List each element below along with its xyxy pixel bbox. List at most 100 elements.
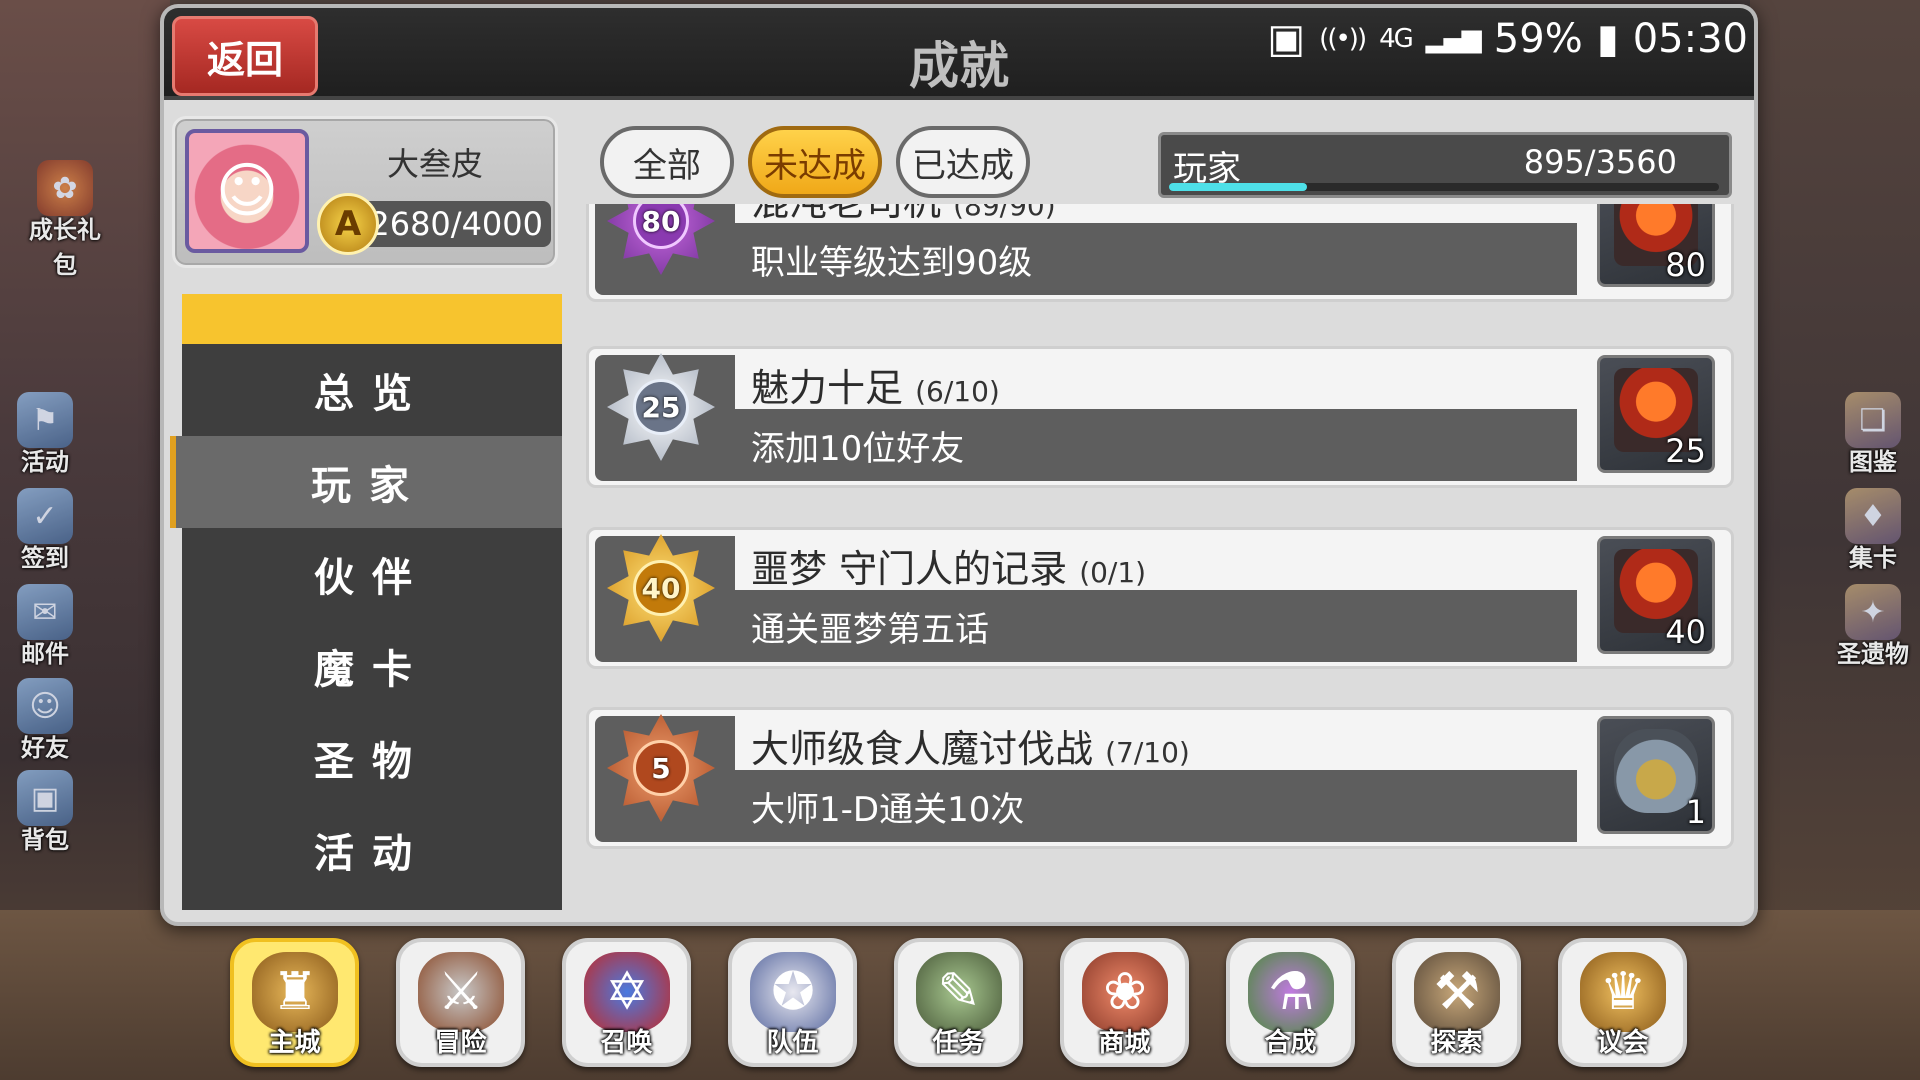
- bag-icon: ▣: [17, 770, 73, 826]
- achievement-description: 职业等级达到90级: [751, 243, 1033, 283]
- nav-label: 探索: [1430, 1028, 1483, 1058]
- nav-shop[interactable]: ❀ 商城: [1060, 938, 1189, 1067]
- nav-adventure[interactable]: ⚔ 冒险: [396, 938, 525, 1067]
- medal-icon: 25: [607, 353, 715, 461]
- nav-craft[interactable]: ⚗ 合成: [1226, 938, 1355, 1067]
- bottom-navigation: ♜ 主城 ⚔ 冒险 ✡ 召唤 ✪ 队伍 ✎ 任务 ❀ 商城 ⚗ 合成 ⚒ 探索 …: [230, 938, 1687, 1067]
- reward-count: 80: [1665, 246, 1706, 284]
- achievement-row: 40 噩梦 守门人的记录 (0/1) 通关噩梦第五话 40: [586, 527, 1734, 669]
- side-mail[interactable]: ✉ 邮件: [0, 584, 90, 669]
- side-codex[interactable]: ❏ 图鉴: [1828, 392, 1918, 477]
- reward-slot[interactable]: 80: [1597, 204, 1715, 287]
- clock: 05:30: [1632, 16, 1748, 62]
- reward-count: 25: [1665, 432, 1706, 470]
- quest-icon: ✎: [916, 952, 1002, 1032]
- council-icon: ♛: [1580, 952, 1666, 1032]
- progress-fill: [1169, 183, 1308, 191]
- battery-icon: ▮: [1596, 16, 1619, 62]
- explore-icon: ⚒: [1414, 952, 1500, 1032]
- achievement-name: 大师级食人魔讨伐战: [751, 727, 1094, 771]
- reward-count: 1: [1685, 793, 1706, 831]
- achievement-description: 添加10位好友: [751, 429, 965, 469]
- castle-icon: ♜: [252, 952, 338, 1032]
- medal-level: 80: [633, 204, 689, 249]
- achievement-title: 噩梦 守门人的记录 (0/1): [751, 538, 1146, 593]
- relic-icon: ✦: [1845, 584, 1901, 640]
- nav-label: 商城: [1098, 1028, 1151, 1058]
- flag-icon: ⚑: [17, 392, 73, 448]
- avatar[interactable]: ☺: [185, 129, 309, 253]
- swords-icon: ⚔: [418, 952, 504, 1032]
- menu-item-magic-card[interactable]: 魔卡: [182, 620, 562, 712]
- nav-label: 冒险: [434, 1028, 487, 1058]
- medal-icon: 5: [607, 714, 715, 822]
- side-bag[interactable]: ▣ 背包: [0, 770, 90, 855]
- nav-quests[interactable]: ✎ 任务: [894, 938, 1023, 1067]
- nav-label: 队伍: [766, 1028, 819, 1058]
- book-icon: ❏: [1845, 392, 1901, 448]
- reward-count: 40: [1665, 613, 1706, 651]
- achievement-list[interactable]: 80 混沌老司机 (89/90) 职业等级达到90级 80 25 魅力十足 (6…: [574, 204, 1734, 908]
- mail-icon: ✉: [17, 584, 73, 640]
- achievement-progress: (6/10): [915, 375, 1000, 408]
- achievement-window: 返回 成就 ▣ ((•)) 4G ▂▄▆ 59% ▮ 05:30 ☺ 大叁皮 2…: [160, 4, 1758, 926]
- nav-label: 合成: [1264, 1028, 1317, 1058]
- menu-item-relic[interactable]: 圣物: [182, 712, 562, 804]
- description-strip: [595, 766, 1577, 842]
- shop-icon: ❀: [1082, 952, 1168, 1032]
- checkin-icon: ✓: [17, 488, 73, 544]
- medal-level: 5: [633, 740, 689, 796]
- nav-explore[interactable]: ⚒ 探索: [1392, 938, 1521, 1067]
- status-bar: ▣ ((•)) 4G ▂▄▆ 59% ▮ 05:30: [1267, 16, 1748, 62]
- nav-label: 主城: [268, 1028, 321, 1058]
- filter-tab-all[interactable]: 全部: [600, 126, 734, 198]
- side-collect-cards[interactable]: ♦ 集卡: [1828, 488, 1918, 573]
- title-bar: 返回 成就 ▣ ((•)) 4G ▂▄▆ 59% ▮ 05:30: [164, 8, 1754, 100]
- side-events[interactable]: ⚑ 活动: [0, 392, 90, 477]
- reward-slot[interactable]: 40: [1597, 536, 1715, 654]
- side-checkin[interactable]: ✓ 签到: [0, 488, 90, 573]
- achievement-progress: (89/90): [953, 204, 1056, 222]
- reward-slot[interactable]: 1: [1597, 716, 1715, 834]
- player-name: 大叁皮: [386, 145, 483, 183]
- menu-header-bar: [182, 294, 562, 344]
- medal-icon: 40: [607, 534, 715, 642]
- player-profile-card: ☺ 大叁皮 2680/4000 A: [172, 116, 558, 268]
- friends-icon: ☺: [17, 678, 73, 734]
- side-relics[interactable]: ✦ 圣遗物: [1818, 584, 1920, 669]
- achievement-name: 噩梦 守门人的记录: [751, 547, 1068, 591]
- achievement-progress: (0/1): [1079, 556, 1147, 589]
- menu-item-partner[interactable]: 伙伴: [182, 528, 562, 620]
- achievement-title: 大师级食人魔讨伐战 (7/10): [751, 718, 1190, 773]
- nav-team[interactable]: ✪ 队伍: [728, 938, 857, 1067]
- description-strip: [595, 586, 1577, 662]
- description-strip: [595, 219, 1577, 295]
- cards-icon: ♦: [1845, 488, 1901, 544]
- menu-item-event[interactable]: 活动: [182, 804, 562, 896]
- reward-slot[interactable]: 25: [1597, 355, 1715, 473]
- gift-icon: ✿: [37, 160, 93, 216]
- achievement-row: 80 混沌老司机 (89/90) 职业等级达到90级 80: [586, 204, 1734, 302]
- potion-icon: ⚗: [1248, 952, 1334, 1032]
- nav-summon[interactable]: ✡ 召唤: [562, 938, 691, 1067]
- achievement-row: 25 魅力十足 (6/10) 添加10位好友 25: [586, 346, 1734, 488]
- side-label: 成长礼包: [29, 216, 101, 279]
- achievement-title: 混沌老司机 (89/90): [751, 204, 1056, 226]
- achievement-progress: (7/10): [1105, 736, 1190, 769]
- rank-badge: A: [317, 193, 379, 255]
- description-strip: [595, 405, 1577, 481]
- nav-council[interactable]: ♛ 议会: [1558, 938, 1687, 1067]
- achievement-description: 通关噩梦第五话: [751, 610, 989, 650]
- wifi-icon: ((•)): [1319, 24, 1367, 54]
- side-growth-gift[interactable]: ✿ 成长礼包: [20, 160, 110, 280]
- menu-item-overview[interactable]: 总览: [182, 344, 562, 436]
- menu-item-player[interactable]: 玩家: [170, 436, 562, 528]
- nav-main-city[interactable]: ♜ 主城: [230, 938, 359, 1067]
- achievement-name: 混沌老司机: [751, 204, 941, 224]
- filter-tab-complete[interactable]: 已达成: [896, 126, 1030, 198]
- progress-value: 895/3560: [1523, 143, 1677, 181]
- filter-tab-incomplete[interactable]: 未达成: [748, 126, 882, 198]
- side-friends[interactable]: ☺ 好友: [0, 678, 90, 763]
- medal-level: 25: [633, 379, 689, 435]
- nav-label: 召唤: [600, 1028, 653, 1058]
